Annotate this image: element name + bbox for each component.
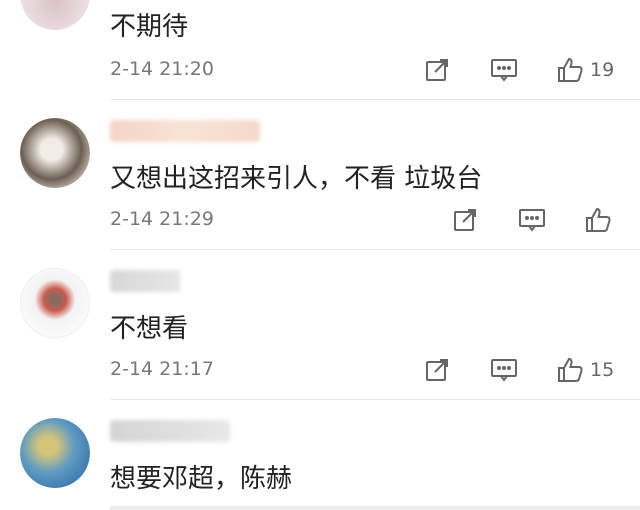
- comment-actions: 15: [420, 354, 630, 386]
- reply-button[interactable]: [490, 54, 518, 86]
- share-icon: [426, 59, 448, 81]
- avatar[interactable]: [20, 418, 90, 488]
- comment-text: 不期待: [110, 12, 189, 42]
- avatar[interactable]: [20, 118, 90, 188]
- like-button[interactable]: 19: [556, 54, 614, 86]
- reply-button[interactable]: [518, 204, 546, 236]
- like-button[interactable]: [584, 204, 612, 236]
- avatar[interactable]: [20, 0, 90, 30]
- thumbs-up-icon: [586, 207, 611, 232]
- username-blurred[interactable]: [110, 270, 180, 292]
- comment-time: 2-14 21:17: [110, 358, 214, 380]
- avatar[interactable]: [20, 268, 90, 338]
- comment-time: 2-14 21:29: [110, 208, 214, 230]
- share-icon: [426, 359, 448, 381]
- thumbs-up-icon: [558, 357, 583, 382]
- comment-actions: [420, 204, 630, 236]
- comment-item: 不期待 2-14 21:20 19: [0, 0, 640, 100]
- thumbs-up-icon: [558, 57, 583, 82]
- comment-text: 又想出这招来引人，不看 垃圾台: [110, 164, 483, 194]
- comment-icon: [519, 209, 545, 232]
- comment-actions: 19: [420, 54, 630, 86]
- username-blurred[interactable]: [110, 120, 260, 142]
- username-blurred[interactable]: [110, 420, 230, 442]
- comment-text: 想要邓超，陈赫: [110, 464, 293, 494]
- share-button[interactable]: [424, 354, 450, 386]
- reply-button[interactable]: [490, 354, 518, 386]
- comment-item: 不想看 2-14 21:17 15: [0, 250, 640, 400]
- comment-item: 想要邓超，陈赫: [0, 400, 640, 510]
- divider: [110, 506, 640, 510]
- comment-time: 2-14 21:20: [110, 58, 214, 80]
- like-count: 15: [590, 359, 615, 381]
- comment-icon: [491, 59, 517, 82]
- like-count: 19: [590, 59, 615, 81]
- comment-icon: [491, 359, 517, 382]
- comment-item: 又想出这招来引人，不看 垃圾台 2-14 21:29: [0, 100, 640, 250]
- like-button[interactable]: 15: [556, 354, 614, 386]
- share-button[interactable]: [424, 54, 450, 86]
- comment-text: 不想看: [110, 314, 189, 344]
- share-button[interactable]: [452, 204, 478, 236]
- share-icon: [454, 209, 476, 231]
